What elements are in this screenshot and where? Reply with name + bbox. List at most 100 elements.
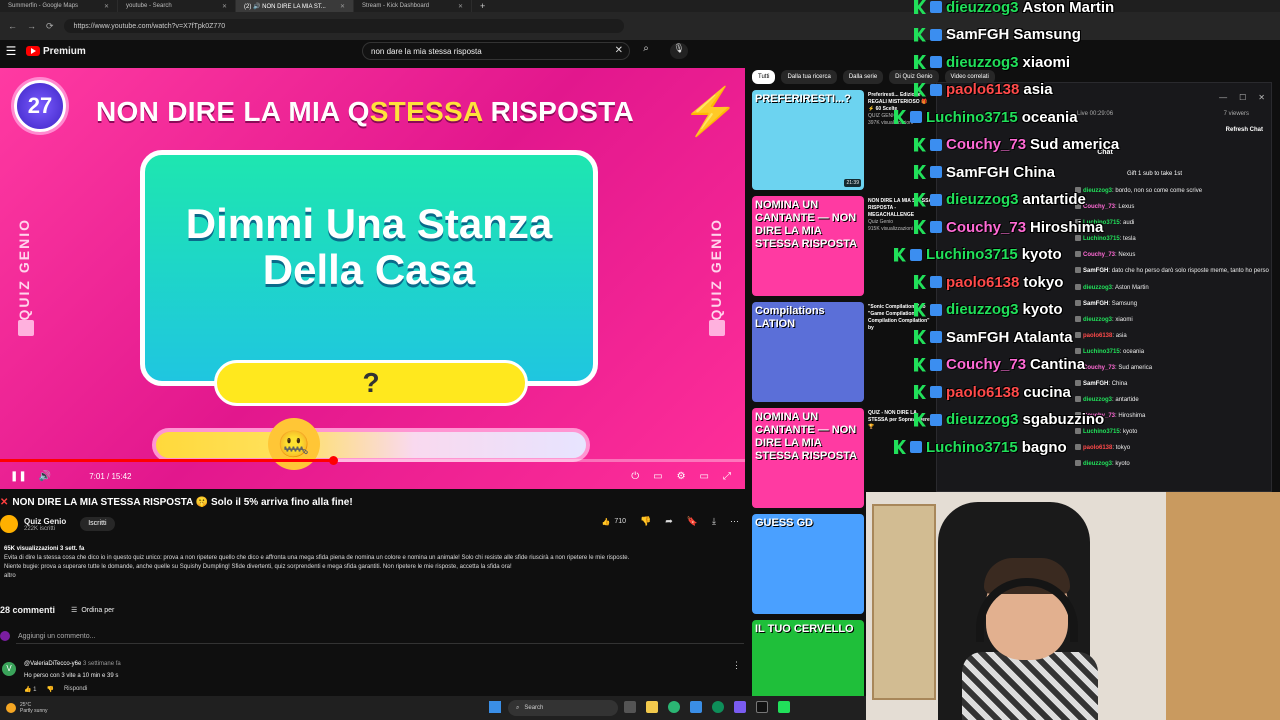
thumbnail-caption: IL TUO CERVELLO <box>755 623 854 635</box>
overlay-chat-message: Aston Martin <box>1022 0 1115 16</box>
video-player[interactable]: 27 NON DIRE LA MIA QSTESSA RISPOSTA ⚡ QU… <box>0 68 745 489</box>
save-bookmark-icon[interactable]: 🔖 <box>687 516 698 527</box>
close-icon[interactable]: ✕ <box>1258 93 1265 102</box>
side-mark-left-icon <box>18 320 34 336</box>
refresh-chat-button[interactable]: Refresh Chat <box>1226 127 1263 133</box>
overlay-chat-line: Luchino3715 kyoto <box>894 244 1062 266</box>
overlay-chat-line: SamFGH China <box>914 161 1055 183</box>
obs-icon[interactable] <box>756 701 768 713</box>
comment-input-underline <box>16 643 744 644</box>
channel-name[interactable]: Quiz Genio <box>24 517 66 526</box>
overlay-chat-user: SamFGH <box>946 163 1010 181</box>
overlay-chat-line: Couchy_73 Hiroshima <box>914 216 1103 238</box>
overlay-chat-line: dieuzzog3 Aston Martin <box>914 0 1114 18</box>
comment-author[interactable]: @ValeriaDiTecco-y6e <box>24 661 81 667</box>
search-input[interactable]: non dare la mia stessa risposta ✕ <box>362 42 630 60</box>
browser-tab[interactable]: Stream - Kick Dashboard ✕ <box>354 0 472 12</box>
comment-dislike-icon[interactable]: 👎 <box>46 686 53 693</box>
store-icon[interactable] <box>690 701 702 713</box>
thumbs-down-icon[interactable]: 👎 <box>640 516 651 527</box>
new-tab-icon[interactable]: + <box>472 1 493 11</box>
download-icon[interactable]: ⤓ <box>712 516 716 527</box>
browser-tab[interactable]: youtube - Search ✕ <box>118 0 236 12</box>
video-frame-title: NON DIRE LA MIA QSTESSA RISPOSTA <box>96 96 634 128</box>
youtube-logo[interactable]: Premium <box>26 46 86 57</box>
hamburger-menu-icon[interactable]: ☰ <box>2 44 20 58</box>
overlay-chat-line: Couchy_73 Sud america <box>914 134 1119 156</box>
microphone-icon[interactable]: 🎙 <box>670 43 688 59</box>
maximize-icon[interactable]: ☐ <box>1239 93 1246 102</box>
taskbar-search[interactable]: ⌕ Search <box>508 700 618 716</box>
edge-icon[interactable] <box>712 701 724 713</box>
related-thumbnail[interactable]: NOMINA UN CANTANTE — NON DIRE LA MIA STE… <box>752 196 864 296</box>
badge-icon <box>930 193 942 206</box>
zipper-mouth-emoji-icon: 🤐 <box>268 418 320 470</box>
title-part-2: RISPOSTA <box>482 96 635 127</box>
like-button[interactable]: 👍 710 <box>602 518 626 526</box>
reload-icon[interactable]: ⟳ <box>46 21 54 32</box>
filter-chip[interactable]: Dalla tua ricerca <box>781 70 837 84</box>
share-icon[interactable]: ➦ <box>665 516 673 527</box>
overlay-chat-message: xiaomi <box>1022 53 1071 71</box>
filter-chip[interactable]: Dalla serie <box>842 70 884 84</box>
search-icon[interactable]: ⌕ <box>636 43 656 59</box>
forward-icon[interactable]: → <box>27 21 36 31</box>
chrome-icon[interactable] <box>668 701 680 713</box>
sort-comments-button[interactable]: ☰ Ordina per <box>71 606 114 615</box>
related-thumbnail[interactable]: GUESS GD <box>752 514 864 614</box>
badge-icon <box>930 386 942 398</box>
close-tab-icon[interactable]: ✕ <box>458 3 463 10</box>
comment-avatar[interactable]: V <box>2 662 16 676</box>
browser-tab[interactable]: Summerfin - Google Maps ✕ <box>0 0 118 12</box>
kick-logo-icon <box>914 302 926 317</box>
browser-tab-label: Summerfin - Google Maps <box>8 3 79 9</box>
minimize-icon[interactable]: — <box>1219 93 1227 102</box>
progress-scrubber[interactable] <box>329 456 338 465</box>
side-mark-right-icon <box>709 320 725 336</box>
overlay-chat-message: oceania <box>1021 108 1078 126</box>
browser-tab[interactable]: (2) 🔊 NON DIRE LA MIA ST... ✕ <box>236 0 354 12</box>
pause-icon[interactable]: ❚❚ <box>10 471 27 482</box>
settings-gear-icon[interactable]: ⚙ <box>677 471 686 482</box>
close-tab-icon[interactable]: ✕ <box>104 3 109 10</box>
volume-icon[interactable]: 🔊 <box>39 471 51 482</box>
comment-reply-button[interactable]: Rispondi <box>64 686 87 693</box>
video-stats: 65K visualizzazioni 3 sett. fa <box>4 546 85 552</box>
theater-mode-icon[interactable]: ▭ <box>700 471 709 482</box>
back-icon[interactable]: ← <box>8 21 17 31</box>
close-tab-icon[interactable]: ✕ <box>340 3 345 10</box>
comment-more-icon[interactable]: ⋮ <box>732 660 741 671</box>
related-thumbnail[interactable]: PREFERIRESTI...? 21:39 <box>752 90 864 190</box>
windows-start-icon[interactable] <box>489 701 501 713</box>
weather-widget[interactable]: 25°C Partly sunny <box>0 702 48 714</box>
add-comment-input[interactable]: Aggiungi un commento... <box>18 633 95 640</box>
video-description[interactable]: 65K visualizzazioni 3 sett. fa Evita di … <box>0 545 745 581</box>
related-thumbnail[interactable]: NOMINA UN CANTANTE — NON DIRE LA MIA STE… <box>752 408 864 508</box>
channel-avatar[interactable] <box>0 515 18 533</box>
description-more[interactable]: altro <box>4 572 745 581</box>
related-thumbnail[interactable]: Compilations LATION <box>752 302 864 402</box>
subscribe-button[interactable]: Iscritti <box>80 517 115 531</box>
kick-logo-icon <box>914 220 926 234</box>
description-line-1: Evita di dire la stessa cosa che dico io… <box>4 555 630 561</box>
comment-like-button[interactable]: 👍 1 <box>24 686 36 693</box>
video-progress-bar[interactable] <box>0 456 745 465</box>
comment-author-line: @ValeriaDiTecco-y6e 3 settimane fa <box>24 661 121 667</box>
player-controls: ❚❚ 🔊 7:01 / 15:42 ⏻ ▭ ⚙ ▭ ⤢ <box>0 466 745 486</box>
task-view-icon[interactable] <box>624 701 636 713</box>
kick-app-icon[interactable] <box>778 701 790 713</box>
fullscreen-icon[interactable]: ⤢ <box>723 471 731 482</box>
discord-icon[interactable] <box>734 701 746 713</box>
more-options-icon[interactable]: ⋯ <box>730 516 739 527</box>
clear-search-icon[interactable]: ✕ <box>615 45 623 56</box>
webcam-door <box>1166 492 1280 720</box>
kick-logo-icon <box>914 385 926 399</box>
url-field[interactable]: https://www.youtube.com/watch?v=X7fTpk0Z… <box>63 19 624 33</box>
subtitles-icon[interactable]: ▭ <box>653 471 662 482</box>
filter-chip[interactable]: Tutti <box>752 70 776 84</box>
video-actions: 👍 710 👎 ➦ 🔖 ⤓ ⋯ <box>602 516 739 527</box>
add-comment-row[interactable]: Aggiungi un commento... <box>0 631 745 644</box>
file-explorer-icon[interactable] <box>646 701 658 713</box>
autoplay-toggle-icon[interactable]: ⏻ <box>631 471 639 482</box>
close-tab-icon[interactable]: ✕ <box>222 3 227 10</box>
